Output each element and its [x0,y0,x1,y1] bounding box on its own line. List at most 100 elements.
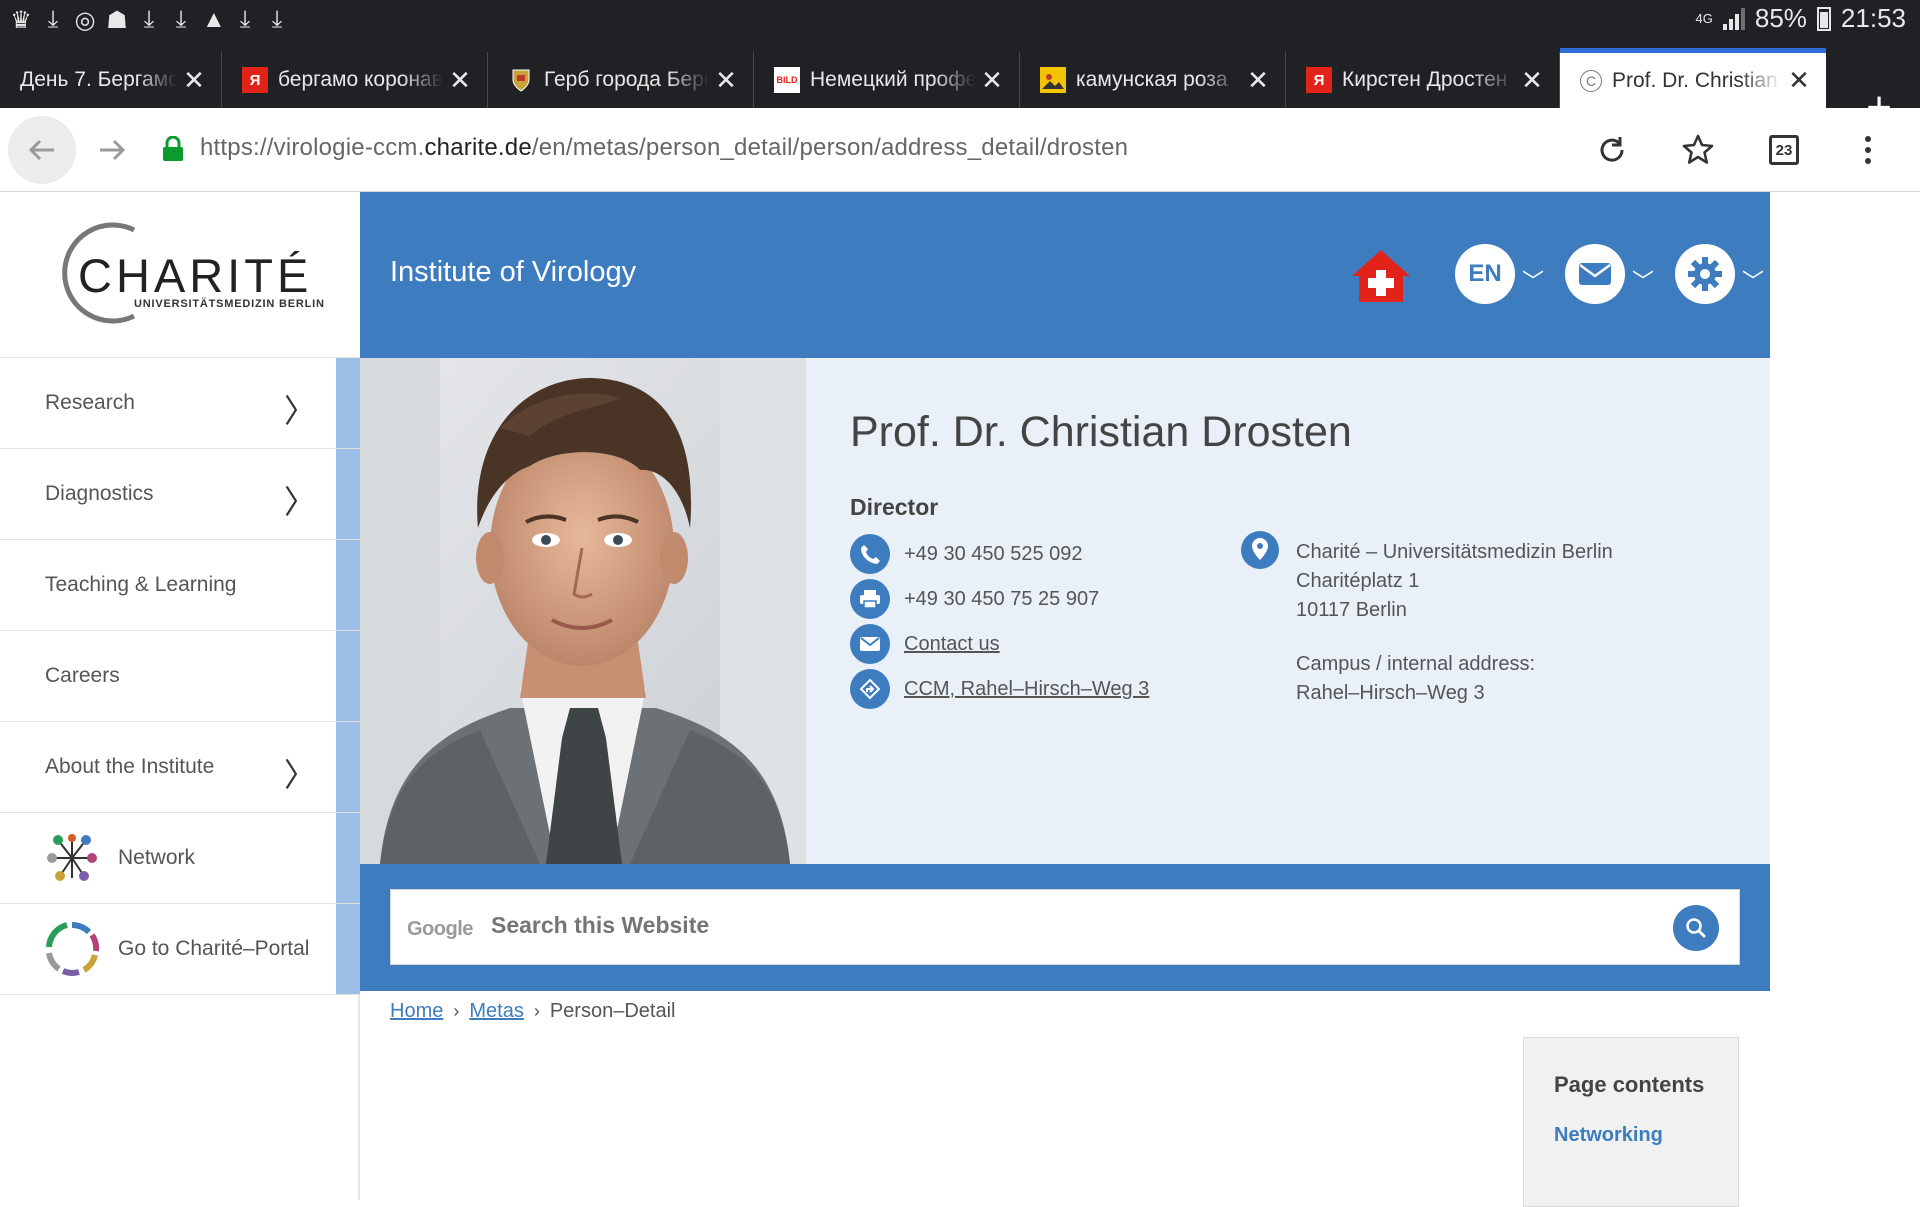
sidebar-item-about[interactable]: About the Institute 〉 [0,722,360,813]
address-bar: https://virologie-ccm.charite.de/en/meta… [0,108,1920,192]
browser-tab[interactable]: День 7. Бергамо ✕ [0,52,222,108]
phone-icon [850,534,890,574]
sidebar-item-research[interactable]: Research 〉 [0,358,360,449]
address-line: Charité – Universitätsmedizin Berlin [1296,541,1613,563]
reload-icon[interactable] [1590,128,1634,172]
page-contents-title: Page contents [1554,1072,1705,1097]
bild-favicon-icon: BILD [774,67,800,93]
nav-accent-bar [336,813,360,903]
logo-brand: CHARITÉ [78,249,313,302]
mail-icon [1579,263,1611,285]
browser-tab[interactable]: камунская роза ✕ [1020,52,1286,108]
fax-number: +49 30 450 75 25 907 [904,587,1100,610]
signal-icon [1722,7,1745,30]
sidebar-item-network[interactable]: Network [0,813,360,904]
breadcrumb-separator: › [533,1001,540,1021]
tab-title: День 7. Бергамо [20,68,177,91]
person-name: Prof. Dr. Christian Drosten [850,408,1352,456]
page-contents-box: Page contents Networking [1523,1037,1739,1207]
download-icon: ⤓ [175,6,187,33]
location-row: CCM, Rahel–Hirsch–Weg 3 [850,669,1149,709]
forward-arrow-icon[interactable] [78,116,146,184]
chevron-right-icon: 〉 [283,757,316,793]
contact-us-link[interactable]: Contact us [904,633,1000,656]
mail-icon [850,624,890,664]
browser-tab[interactable]: Герб города Бергамо ✕ [488,52,754,108]
settings-button[interactable] [1675,244,1735,304]
tab-count: 23 [1769,135,1799,165]
tab-title: Кирстен Дростен [1342,68,1508,91]
close-icon[interactable]: ✕ [975,65,1009,96]
close-icon[interactable]: ✕ [1241,65,1275,96]
sidebar-item-label: About the Institute [45,755,215,778]
phone-number[interactable]: +49 30 450 525 092 [904,543,1083,566]
tab-title: бергамо коронавирус [278,68,443,91]
close-icon[interactable]: ✕ [709,65,743,96]
directions-icon [850,669,890,709]
search-box: Google [390,889,1740,965]
charite-portal-ring-icon [46,921,100,976]
tab-title: Герб города Бергамо [544,68,709,91]
url-prefix: https://virologie-ccm. [200,134,425,161]
charite-favicon-icon: C [1580,69,1602,92]
campus-label: Campus / internal address: [1296,653,1536,675]
emergency-house-icon[interactable] [1350,248,1412,304]
map-pin-icon [1241,531,1279,569]
search-icon [1686,918,1706,938]
bookmark-star-icon[interactable] [1676,128,1720,172]
browser-tab[interactable]: BILD Немецкий профессор ✕ [754,52,1020,108]
close-icon[interactable]: ✕ [1515,65,1549,96]
battery-icon [1816,6,1831,31]
url-text[interactable]: https://virologie-ccm.charite.de/en/meta… [200,134,1128,162]
nav-accent-bar [336,358,360,448]
address-line: Charitéplatz 1 [1296,570,1420,592]
browser-tab[interactable]: Я Кирстен Дростен ✕ [1286,52,1560,108]
breadcrumb-separator: › [453,1001,460,1021]
download-icon: ⤓ [239,6,251,33]
network-icon [47,834,97,881]
charite-logo[interactable]: CHARITÉ UNIVERSITÄTSMEDIZIN BERLIN [0,192,360,358]
notification-icons: ♛ ⤓ ◎ ☗ ⤓ ⤓ ▲ ⤓ ⤓ [10,6,288,35]
person-info-panel: Prof. Dr. Christian Drosten Director +49… [806,358,1770,864]
tab-title: камунская роза [1076,68,1228,91]
sidebar-nav: Research 〉 Diagnostics 〉 Teaching & Lear… [0,358,360,995]
chevron-down-icon[interactable]: ﹀ [1522,264,1544,296]
close-icon[interactable]: ✕ [443,65,477,96]
sidebar-item-teaching[interactable]: Teaching & Learning [0,540,360,631]
address-line: 10117 Berlin [1296,599,1407,621]
close-icon[interactable]: ✕ [1782,65,1816,96]
mail-button[interactable] [1565,244,1625,304]
chevron-down-icon[interactable]: ﹀ [1742,264,1764,296]
breadcrumb-metas[interactable]: Metas [469,1000,523,1023]
nav-accent-bar [336,904,360,994]
tab-strip: День 7. Бергамо ✕ Я бергамо коронавирус … [0,40,1920,130]
url-domain: charite.de [424,134,532,161]
language-button[interactable]: EN [1455,244,1515,304]
institute-title[interactable]: Institute of Virology [390,256,636,289]
nav-accent-bar [336,449,360,539]
nav-accent-bar [336,722,360,812]
game-icon: ☗ [106,7,128,34]
postal-address: Charité – Universitätsmedizin Berlin Cha… [1296,538,1613,708]
close-icon[interactable]: ✕ [177,65,211,96]
tab-switcher-button[interactable]: 23 [1762,128,1806,172]
sidebar-item-label: Go to Charité–Portal [118,937,310,960]
breadcrumb-current: Person–Detail [549,1000,676,1022]
location-link[interactable]: CCM, Rahel–Hirsch–Weg 3 [904,678,1149,701]
warning-icon: ▲ [202,6,226,33]
page-contents-link-networking[interactable]: Networking [1554,1124,1663,1147]
search-input[interactable] [491,912,1591,939]
tab-title: Немецкий профессор [810,68,975,91]
battery-percent: 85% [1754,3,1807,33]
back-arrow-icon[interactable] [8,116,76,184]
search-button[interactable] [1673,905,1719,951]
sidebar-item-careers[interactable]: Careers [0,631,360,722]
browser-tab[interactable]: Я бергамо коронавирус ✕ [222,52,488,108]
sidebar-item-portal[interactable]: Go to Charité–Portal [0,904,360,995]
breadcrumb-home[interactable]: Home [390,1000,443,1023]
browser-tab-active[interactable]: C Prof. Dr. Christian Drosten ✕ [1560,48,1826,108]
menu-dots-icon[interactable] [1846,128,1890,172]
person-photo [360,358,806,864]
sidebar-item-diagnostics[interactable]: Diagnostics 〉 [0,449,360,540]
chevron-down-icon[interactable]: ﹀ [1632,264,1654,296]
